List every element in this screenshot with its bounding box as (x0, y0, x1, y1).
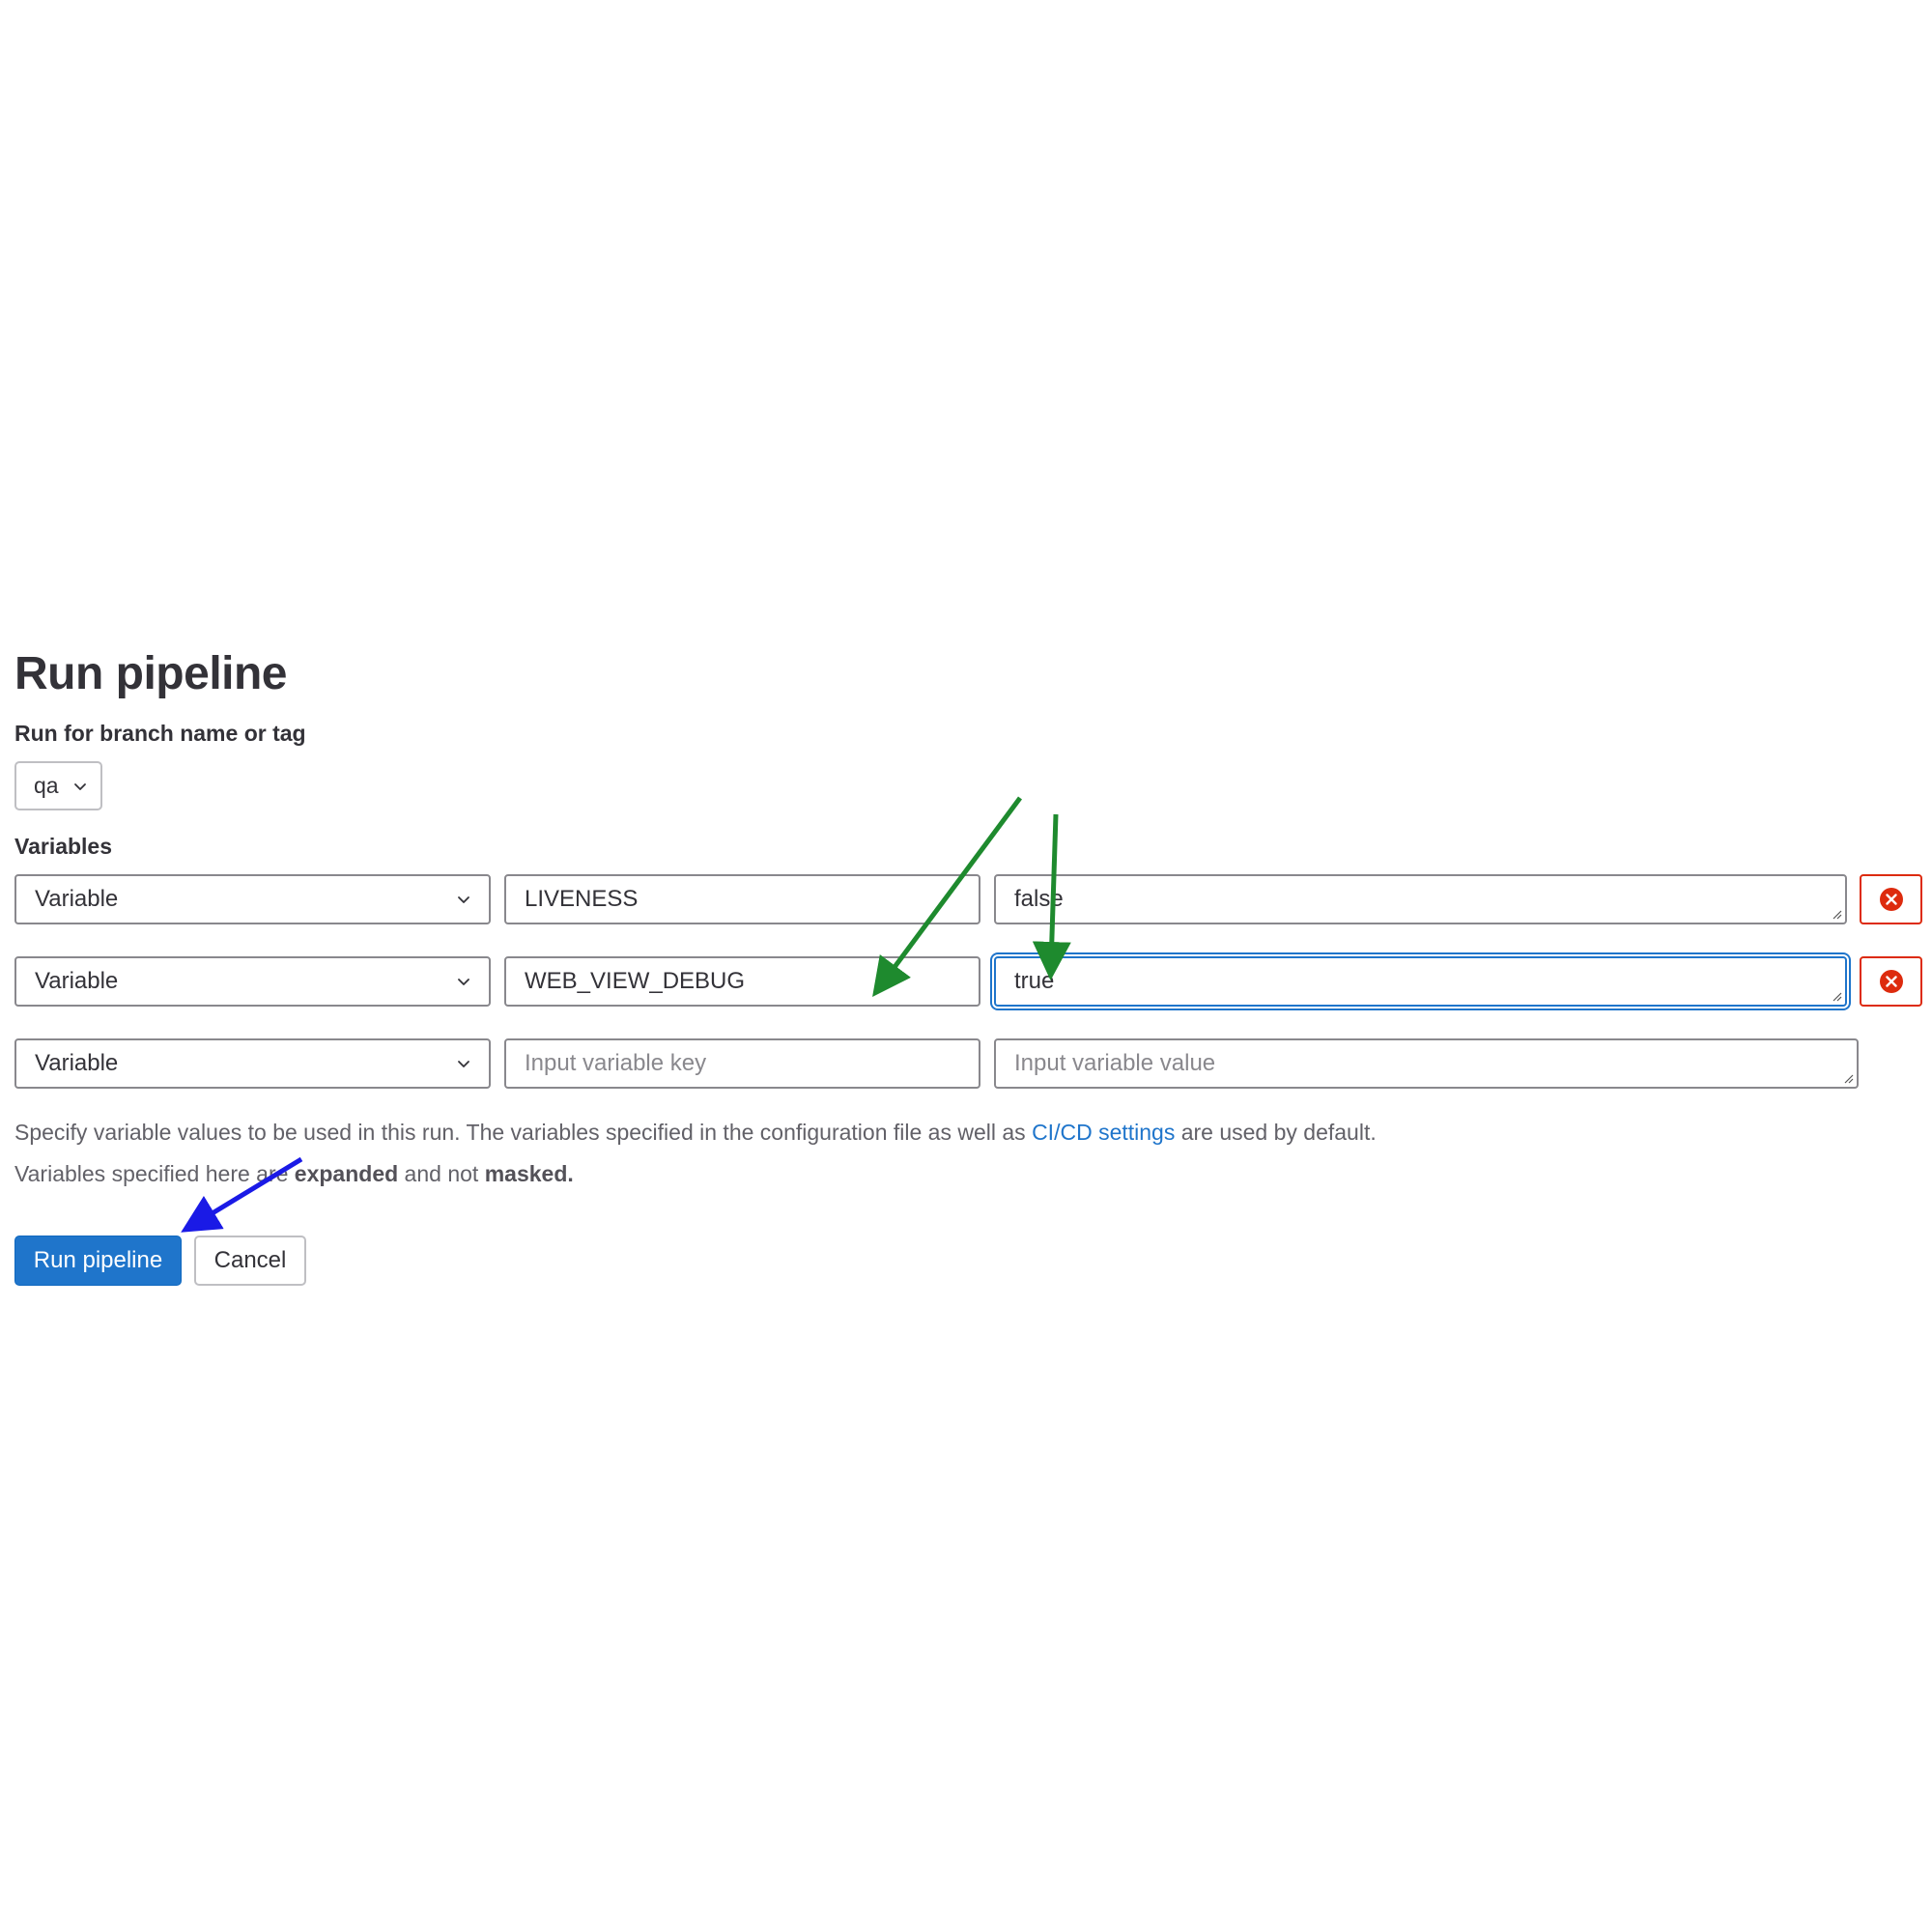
chevron-down-icon (458, 896, 469, 903)
resize-handle-icon[interactable] (1844, 1074, 1854, 1084)
branch-dropdown-value: qa (34, 773, 59, 798)
variable-key-placeholder: Input variable key (525, 1050, 707, 1076)
variable-value-text: true (1014, 968, 1055, 994)
variable-value-input[interactable]: false (994, 874, 1847, 924)
help-text-segment: and not (398, 1161, 485, 1186)
remove-variable-button[interactable] (1860, 874, 1922, 924)
remove-variable-button[interactable] (1860, 956, 1922, 1007)
variable-type-value: Variable (35, 886, 119, 912)
help-text-segment: Variables specified here are (14, 1161, 295, 1186)
page-title: Run pipeline (14, 648, 288, 699)
variables-expansion-note: Variables specified here are expanded an… (14, 1159, 574, 1188)
variable-value-placeholder: Input variable value (1014, 1050, 1216, 1076)
variable-type-select[interactable]: Variable (14, 956, 491, 1007)
variable-key-value: WEB_VIEW_DEBUG (525, 968, 746, 994)
resize-handle-icon[interactable] (1833, 910, 1842, 920)
resize-handle-icon[interactable] (1833, 992, 1842, 1002)
run-pipeline-button[interactable]: Run pipeline (14, 1236, 182, 1286)
variable-type-select[interactable]: Variable (14, 874, 491, 924)
variable-type-select[interactable]: Variable (14, 1038, 491, 1089)
variable-type-value: Variable (35, 1050, 119, 1076)
cicd-settings-link[interactable]: CI/CD settings (1032, 1120, 1175, 1145)
close-circle-icon (1879, 970, 1903, 993)
run-pipeline-page: Run pipeline Run for branch name or tag … (0, 0, 1932, 1932)
variable-value-input[interactable]: true (994, 956, 1847, 1007)
variable-key-input[interactable]: Input variable key (504, 1038, 980, 1089)
variables-label: Variables (14, 834, 113, 859)
help-text-segment: Specify variable values to be used in th… (14, 1120, 1033, 1145)
help-text-segment: are used by default. (1175, 1120, 1377, 1145)
branch-dropdown[interactable]: qa (14, 761, 102, 810)
variable-value-text: false (1014, 886, 1064, 912)
variable-value-input[interactable]: Input variable value (994, 1038, 1859, 1089)
help-text-bold: expanded (294, 1161, 399, 1186)
cancel-button[interactable]: Cancel (194, 1236, 306, 1286)
close-circle-icon (1879, 888, 1903, 911)
variables-help-text: Specify variable values to be used in th… (14, 1118, 1377, 1147)
variable-key-input[interactable]: LIVENESS (504, 874, 980, 924)
branch-label: Run for branch name or tag (14, 721, 306, 746)
chevron-down-icon (73, 782, 86, 790)
variable-type-value: Variable (35, 968, 119, 994)
help-text-bold: masked. (484, 1161, 574, 1186)
variable-key-input[interactable]: WEB_VIEW_DEBUG (504, 956, 980, 1007)
variable-key-value: LIVENESS (525, 886, 639, 912)
chevron-down-icon (458, 979, 469, 985)
chevron-down-icon (458, 1061, 469, 1067)
